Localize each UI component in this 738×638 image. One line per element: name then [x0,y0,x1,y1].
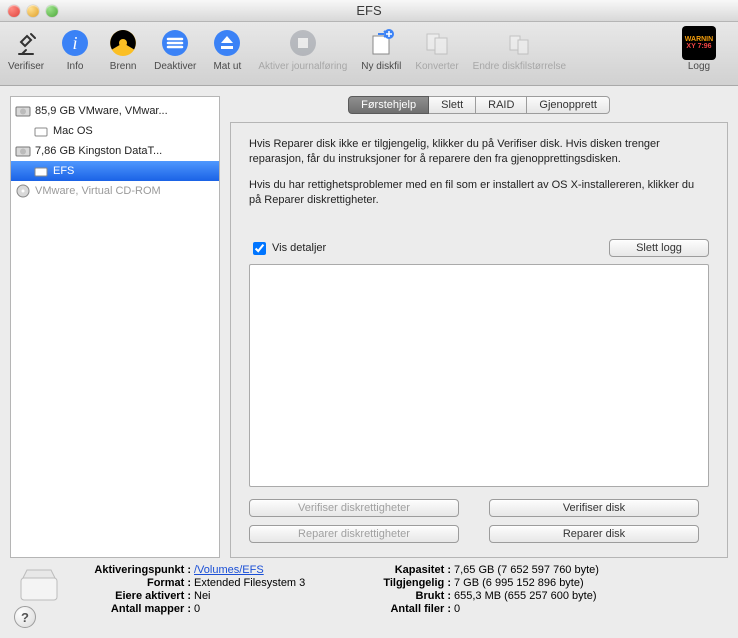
titlebar: EFS [0,0,738,22]
new-image-icon [364,26,398,60]
verify-permissions-button[interactable]: Verifiser diskrettigheter [249,499,459,517]
sidebar-item-label: 85,9 GB VMware, VMwar... [35,105,168,117]
log-badge-line2: XY 7:96 [686,43,711,50]
verify-disk-button[interactable]: Verifiser disk [489,499,699,517]
repair-disk-button[interactable]: Reparer disk [489,525,699,543]
volume-icon [14,564,64,611]
content-area: FørstehjelpSlettRAIDGjenopprett Hvis Rep… [230,96,728,558]
internal-disk-icon [15,103,31,119]
main-split: 85,9 GB VMware, VMwar... Mac OS 7,86 GB Ki… [0,86,738,558]
key-mount: Aktiveringspunkt [74,564,194,576]
key-used: Brukt [364,590,454,602]
toolbar-enable-journaling[interactable]: Aktiver journalføring [258,26,347,72]
key-avail: Tilgjengelig [364,577,454,589]
help-text-p1: Hvis Reparer disk ikke er tilgjengelig, … [249,137,709,168]
toolbar-log-label: Logg [688,61,710,72]
tab-restore[interactable]: Gjenopprett [527,96,609,114]
repair-permissions-button[interactable]: Reparer diskrettigheter [249,525,459,543]
key-files: Antall filer [364,603,454,615]
action-buttons: Verifiser diskrettigheter Verifiser disk… [249,499,709,543]
sidebar-item-selected[interactable]: EFS [11,161,219,181]
sidebar-item[interactable]: 85,9 GB VMware, VMwar... [11,101,219,121]
journal-icon [286,26,320,60]
info-grid: Aktiveringspunkt /Volumes/EFS Kapasitet … [74,564,724,615]
tab-raid[interactable]: RAID [476,96,527,114]
details-row: Vis detaljer Slett logg [249,239,709,258]
val-capacity: 7,65 GB (7 652 597 760 byte) [454,564,724,576]
burn-icon [106,26,140,60]
clear-log-button[interactable]: Slett logg [609,239,709,257]
log-badge-line1: WARNIN [685,36,713,43]
toolbar-burn[interactable]: Brenn [106,26,140,72]
toolbar-deactivate-label: Deaktiver [154,61,196,72]
toolbar-journal-label: Aktiver journalføring [258,61,347,72]
sidebar-item[interactable]: VMware, Virtual CD-ROM [11,181,219,201]
sidebar-item[interactable]: 7,86 GB Kingston DataT... [11,141,219,161]
toolbar-deactivate[interactable]: Deaktiver [154,26,196,72]
sidebar-item-label: Mac OS [53,125,93,137]
val-files: 0 [454,603,724,615]
key-owners: Eiere aktivert [74,590,194,602]
toolbar-burn-label: Brenn [110,61,137,72]
toolbar-convert-label: Konverter [415,61,458,72]
info-icon: i [58,26,92,60]
tab-bar: FørstehjelpSlettRAIDGjenopprett [230,96,728,114]
toolbar-convert[interactable]: Konverter [415,26,458,72]
sidebar-item-label: VMware, Virtual CD-ROM [35,185,161,197]
footer-info: Aktiveringspunkt /Volumes/EFS Kapasitet … [0,558,738,638]
help-text: Hvis Reparer disk ikke er tilgjengelig, … [249,137,709,219]
firstaid-panel: Hvis Reparer disk ikke er tilgjengelig, … [230,122,728,558]
sidebar-item[interactable]: Mac OS [11,121,219,141]
volume-icon [33,163,49,179]
log-icon: WARNIN XY 7:96 [682,26,716,60]
window-title: EFS [0,3,738,18]
key-capacity: Kapasitet [364,564,454,576]
toolbar-eject[interactable]: Mat ut [210,26,244,72]
val-used: 655,3 MB (655 257 600 byte) [454,590,724,602]
val-owners: Nei [194,590,364,602]
val-format: Extended Filesystem 3 [194,577,364,589]
show-details-label: Vis detaljer [272,242,326,254]
sidebar[interactable]: 85,9 GB VMware, VMwar... Mac OS 7,86 GB Ki… [10,96,220,558]
show-details-checkbox[interactable] [253,242,266,255]
toolbar-info-label: Info [67,61,84,72]
toolbar: Verifiser i Info Brenn Deaktiver Mat ut … [0,22,738,86]
optical-drive-icon [15,183,31,199]
key-format: Format [74,577,194,589]
val-mount: /Volumes/EFS [194,564,364,576]
toolbar-verify[interactable]: Verifiser [8,26,44,72]
sidebar-item-label: EFS [53,165,74,177]
toolbar-newimage-label: Ny diskfil [361,61,401,72]
tab-firstaid[interactable]: Førstehjelp [348,96,429,114]
convert-icon [420,26,454,60]
help-text-p2: Hvis du har rettighetsproblemer med en f… [249,178,709,209]
volume-icon [33,123,49,139]
eject-icon [210,26,244,60]
log-output[interactable] [249,264,709,487]
microscope-icon [9,26,43,60]
resize-icon [502,26,536,60]
help-button[interactable]: ? [14,606,36,628]
toolbar-eject-label: Mat ut [213,61,241,72]
val-avail: 7 GB (6 995 152 896 byte) [454,577,724,589]
toolbar-verify-label: Verifiser [8,61,44,72]
svg-text:i: i [73,33,78,53]
toolbar-new-image[interactable]: Ny diskfil [361,26,401,72]
toolbar-info[interactable]: i Info [58,26,92,72]
sidebar-item-label: 7,86 GB Kingston DataT... [35,145,162,157]
tab-erase[interactable]: Slett [429,96,476,114]
toolbar-log[interactable]: WARNIN XY 7:96 Logg [682,26,716,72]
key-folders: Antall mapper [74,603,194,615]
toolbar-resize-label: Endre diskfilstørrelse [473,61,566,72]
toolbar-resize[interactable]: Endre diskfilstørrelse [473,26,566,72]
unmount-icon [158,26,192,60]
internal-disk-icon [15,143,31,159]
val-folders: 0 [194,603,364,615]
mount-point-link[interactable]: /Volumes/EFS [194,564,264,576]
